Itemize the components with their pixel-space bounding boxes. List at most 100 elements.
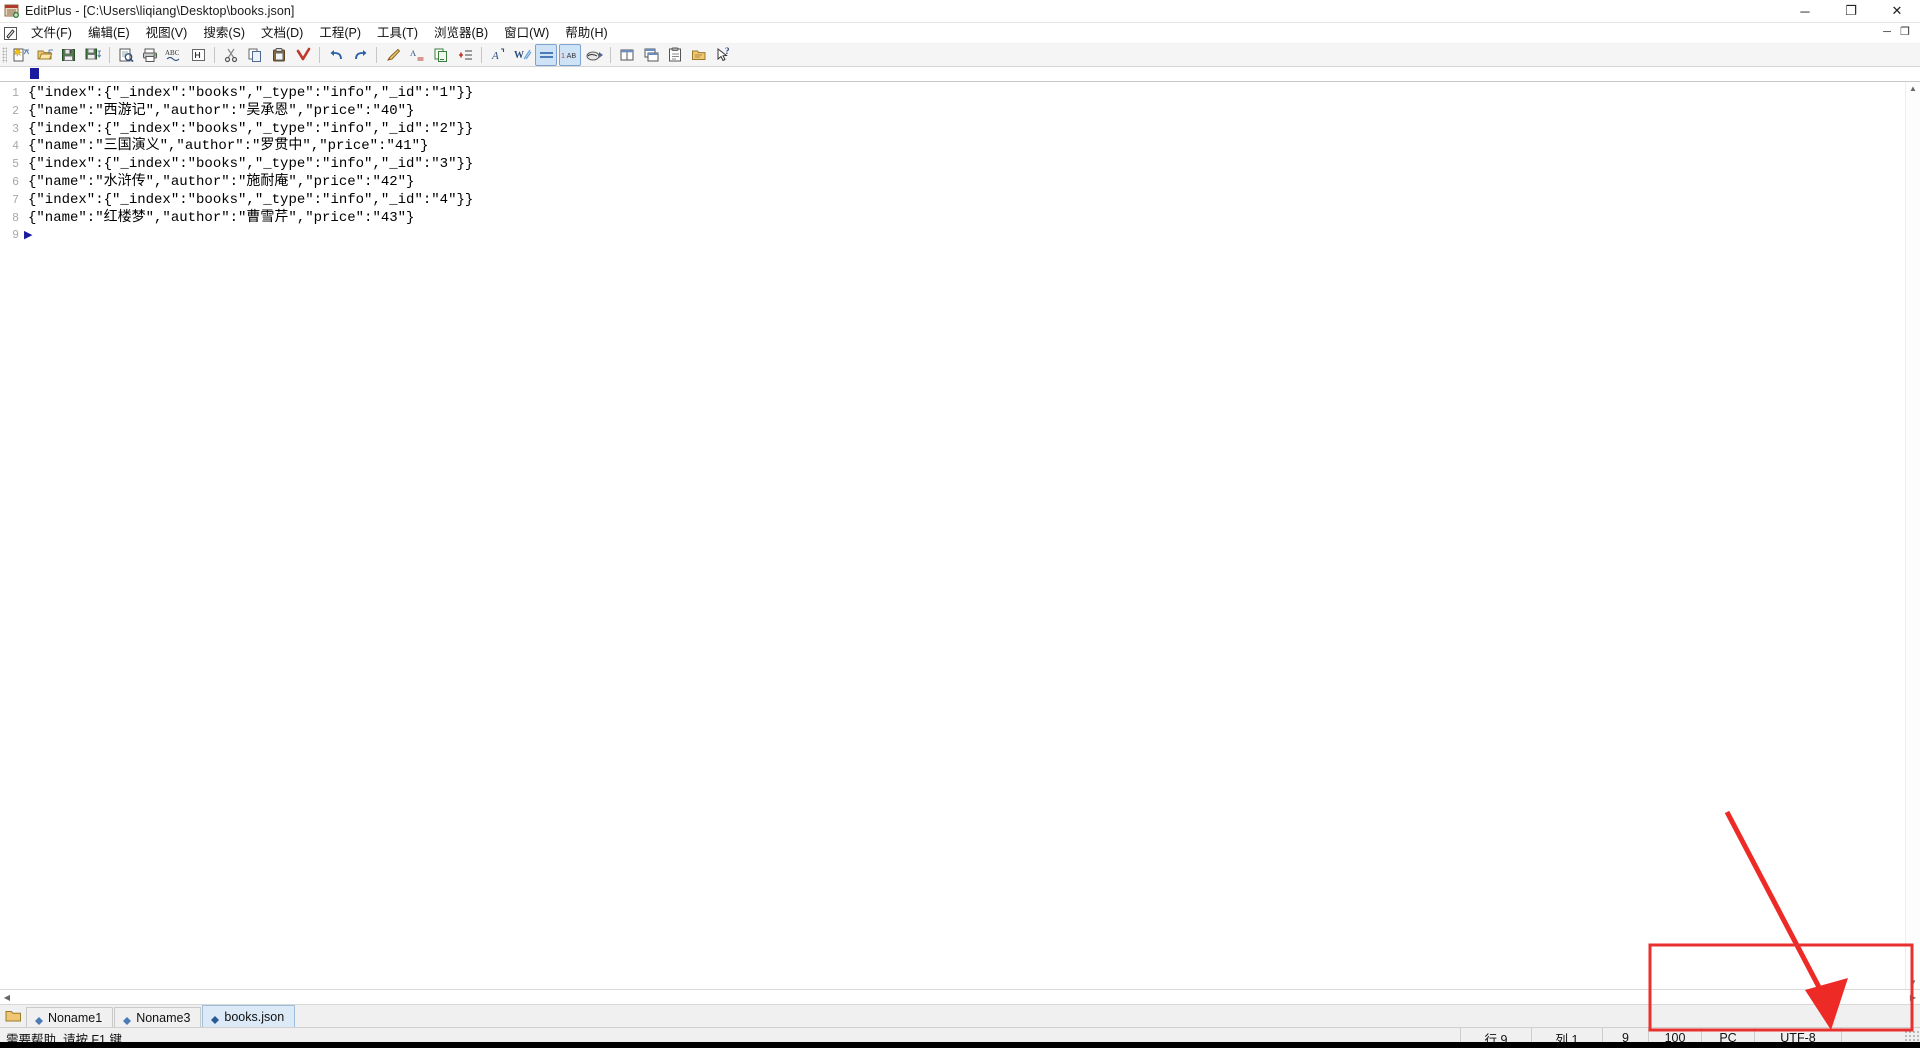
menu-help[interactable]: 帮助(H) <box>557 24 615 42</box>
line-number: 7 <box>12 193 19 207</box>
menu-project[interactable]: 工程(P) <box>311 24 369 42</box>
svg-text:1: 1 <box>561 52 565 60</box>
toolbar-separator <box>376 47 377 63</box>
tab-noname3[interactable]: Noname3 <box>114 1007 202 1027</box>
horizontal-scrollbar[interactable]: ◀ ▶ <box>0 989 1920 1004</box>
open-file-icon[interactable] <box>34 44 56 66</box>
line-number: 6 <box>12 175 19 189</box>
taskbar-strip <box>0 1042 1920 1048</box>
line-number: 8 <box>12 211 19 225</box>
paste-icon[interactable] <box>268 44 290 66</box>
browser-preview-icon[interactable] <box>583 44 605 66</box>
code-line[interactable]: {"index":{"_index":"books","_type":"info… <box>22 121 1920 139</box>
scroll-up-arrow[interactable]: ▲ <box>1906 82 1920 95</box>
menu-tools[interactable]: 工具(T) <box>369 24 426 42</box>
delete-icon[interactable] <box>292 44 314 66</box>
window-tile-icon[interactable] <box>616 44 638 66</box>
line-number: 4 <box>12 140 19 154</box>
line-number: 9 <box>12 229 19 243</box>
menu-bar: 文件(F) 编辑(E) 视图(V) 搜索(S) 文档(D) 工程(P) 工具(T… <box>0 23 1920 44</box>
editplus-window: EditPlus - [C:\Users\liqiang\Desktop\boo… <box>0 0 1920 1048</box>
svg-text:A: A <box>410 48 417 58</box>
redo-icon[interactable] <box>349 44 371 66</box>
toolbar-grip[interactable] <box>2 47 7 63</box>
line-numbers-icon[interactable] <box>535 44 557 66</box>
menu-browser[interactable]: 浏览器(B) <box>426 24 496 42</box>
print-preview-icon[interactable] <box>115 44 137 66</box>
print-icon[interactable] <box>139 44 161 66</box>
ruler-caret-marker <box>30 68 39 79</box>
code-line[interactable]: {"name":"西游记","author":"吴承恩","price":"40… <box>22 103 1920 121</box>
toolbar-separator <box>319 47 320 63</box>
scroll-left-arrow[interactable]: ◀ <box>0 991 14 1004</box>
spellcheck-icon[interactable]: ABC <box>163 44 185 66</box>
goto-line-icon[interactable] <box>454 44 476 66</box>
document-icon <box>3 26 18 41</box>
code-line[interactable]: {"index":{"_index":"books","_type":"info… <box>22 85 1920 103</box>
code-line[interactable]: {"index":{"_index":"books","_type":"info… <box>22 156 1920 174</box>
window-cascade-icon[interactable] <box>640 44 662 66</box>
scroll-right-arrow[interactable]: ▶ <box>1906 991 1920 1004</box>
menu-document[interactable]: 文档(D) <box>253 24 311 42</box>
svg-text:ABC: ABC <box>165 49 180 57</box>
toolbar: ABC A A W 1 AB ? <box>0 44 1920 67</box>
toolbar-separator <box>109 47 110 63</box>
ruler-bar: ----+----1----+----2----+----3----+----4… <box>0 67 1920 82</box>
vertical-scrollbar[interactable]: ▲ ▼ <box>1905 82 1920 989</box>
minimize-button[interactable]: ─ <box>1782 0 1828 22</box>
find-icon[interactable] <box>382 44 404 66</box>
tab-books-json[interactable]: books.json <box>202 1005 296 1027</box>
tab-marker-icon <box>123 1014 132 1025</box>
tab-label: Noname1 <box>48 1010 103 1025</box>
menu-window[interactable]: 窗口(W) <box>496 24 557 42</box>
code-line[interactable]: {"name":"三国演义","author":"罗贯中","price":"4… <box>22 138 1920 156</box>
undo-icon[interactable] <box>325 44 347 66</box>
html-toolbar-icon[interactable] <box>187 44 209 66</box>
tab-noname1[interactable]: Noname1 <box>26 1007 114 1027</box>
menu-file[interactable]: 文件(F) <box>23 24 80 42</box>
svg-text:A: A <box>491 50 499 62</box>
cut-icon[interactable] <box>220 44 242 66</box>
line-number: 3 <box>12 122 19 136</box>
scroll-down-arrow[interactable]: ▼ <box>1906 976 1920 989</box>
find-in-files-icon[interactable] <box>430 44 452 66</box>
word-wrap-icon[interactable]: W <box>511 44 533 66</box>
editor-area[interactable]: 1 2 3 4 5 6 7 8 9 {"index":{"_index":"bo… <box>0 82 1920 989</box>
new-file-icon[interactable] <box>10 44 32 66</box>
line-number: 5 <box>12 158 19 172</box>
column-ruler: ----+----1----+----2----+----3----+----4… <box>0 67 1920 81</box>
code-line[interactable]: {"name":"红楼梦","author":"曹雪芹","price":"43… <box>22 210 1920 228</box>
hscroll-track[interactable] <box>14 991 1906 1004</box>
directory-icon[interactable] <box>688 44 710 66</box>
save-icon[interactable] <box>58 44 80 66</box>
line-number: 1 <box>12 87 19 100</box>
mdi-minimize-button[interactable]: ─ <box>1880 27 1894 39</box>
svg-text:AB: AB <box>567 52 577 60</box>
copy-icon[interactable] <box>244 44 266 66</box>
tab-marker-icon <box>35 1014 43 1025</box>
menu-view[interactable]: 视图(V) <box>138 24 196 42</box>
show-spaces-icon[interactable]: 1 AB <box>559 44 581 66</box>
close-button[interactable]: ✕ <box>1874 0 1920 22</box>
code-line[interactable] <box>22 227 1920 245</box>
save-all-icon[interactable] <box>82 44 104 66</box>
maximize-button[interactable]: ❐ <box>1828 0 1874 22</box>
font-icon[interactable]: A <box>487 44 509 66</box>
line-number: 2 <box>12 104 19 118</box>
menu-search[interactable]: 搜索(S) <box>195 24 253 42</box>
code-line[interactable]: {"name":"水浒传","author":"施耐庵","price":"42… <box>22 174 1920 192</box>
tab-label: Noname3 <box>136 1010 191 1025</box>
mdi-restore-button[interactable]: ❐ <box>1898 27 1912 39</box>
code-text-area[interactable]: {"index":{"_index":"books","_type":"info… <box>22 82 1920 989</box>
caret-line-marker: ▶ <box>24 229 33 242</box>
menu-edit[interactable]: 编辑(E) <box>80 24 138 42</box>
line-number-gutter: 1 2 3 4 5 6 7 8 9 <box>0 82 22 989</box>
svg-text:?: ? <box>725 47 730 56</box>
help-arrow-icon[interactable]: ? <box>712 44 734 66</box>
folder-icon[interactable] <box>0 1005 26 1027</box>
window-controls: ─ ❐ ✕ <box>1782 0 1920 22</box>
replace-icon[interactable]: A <box>406 44 428 66</box>
document-tab-bar: Noname1 Noname3 books.json <box>0 1004 1920 1027</box>
code-line[interactable]: {"index":{"_index":"books","_type":"info… <box>22 192 1920 210</box>
clipboard-list-icon[interactable] <box>664 44 686 66</box>
